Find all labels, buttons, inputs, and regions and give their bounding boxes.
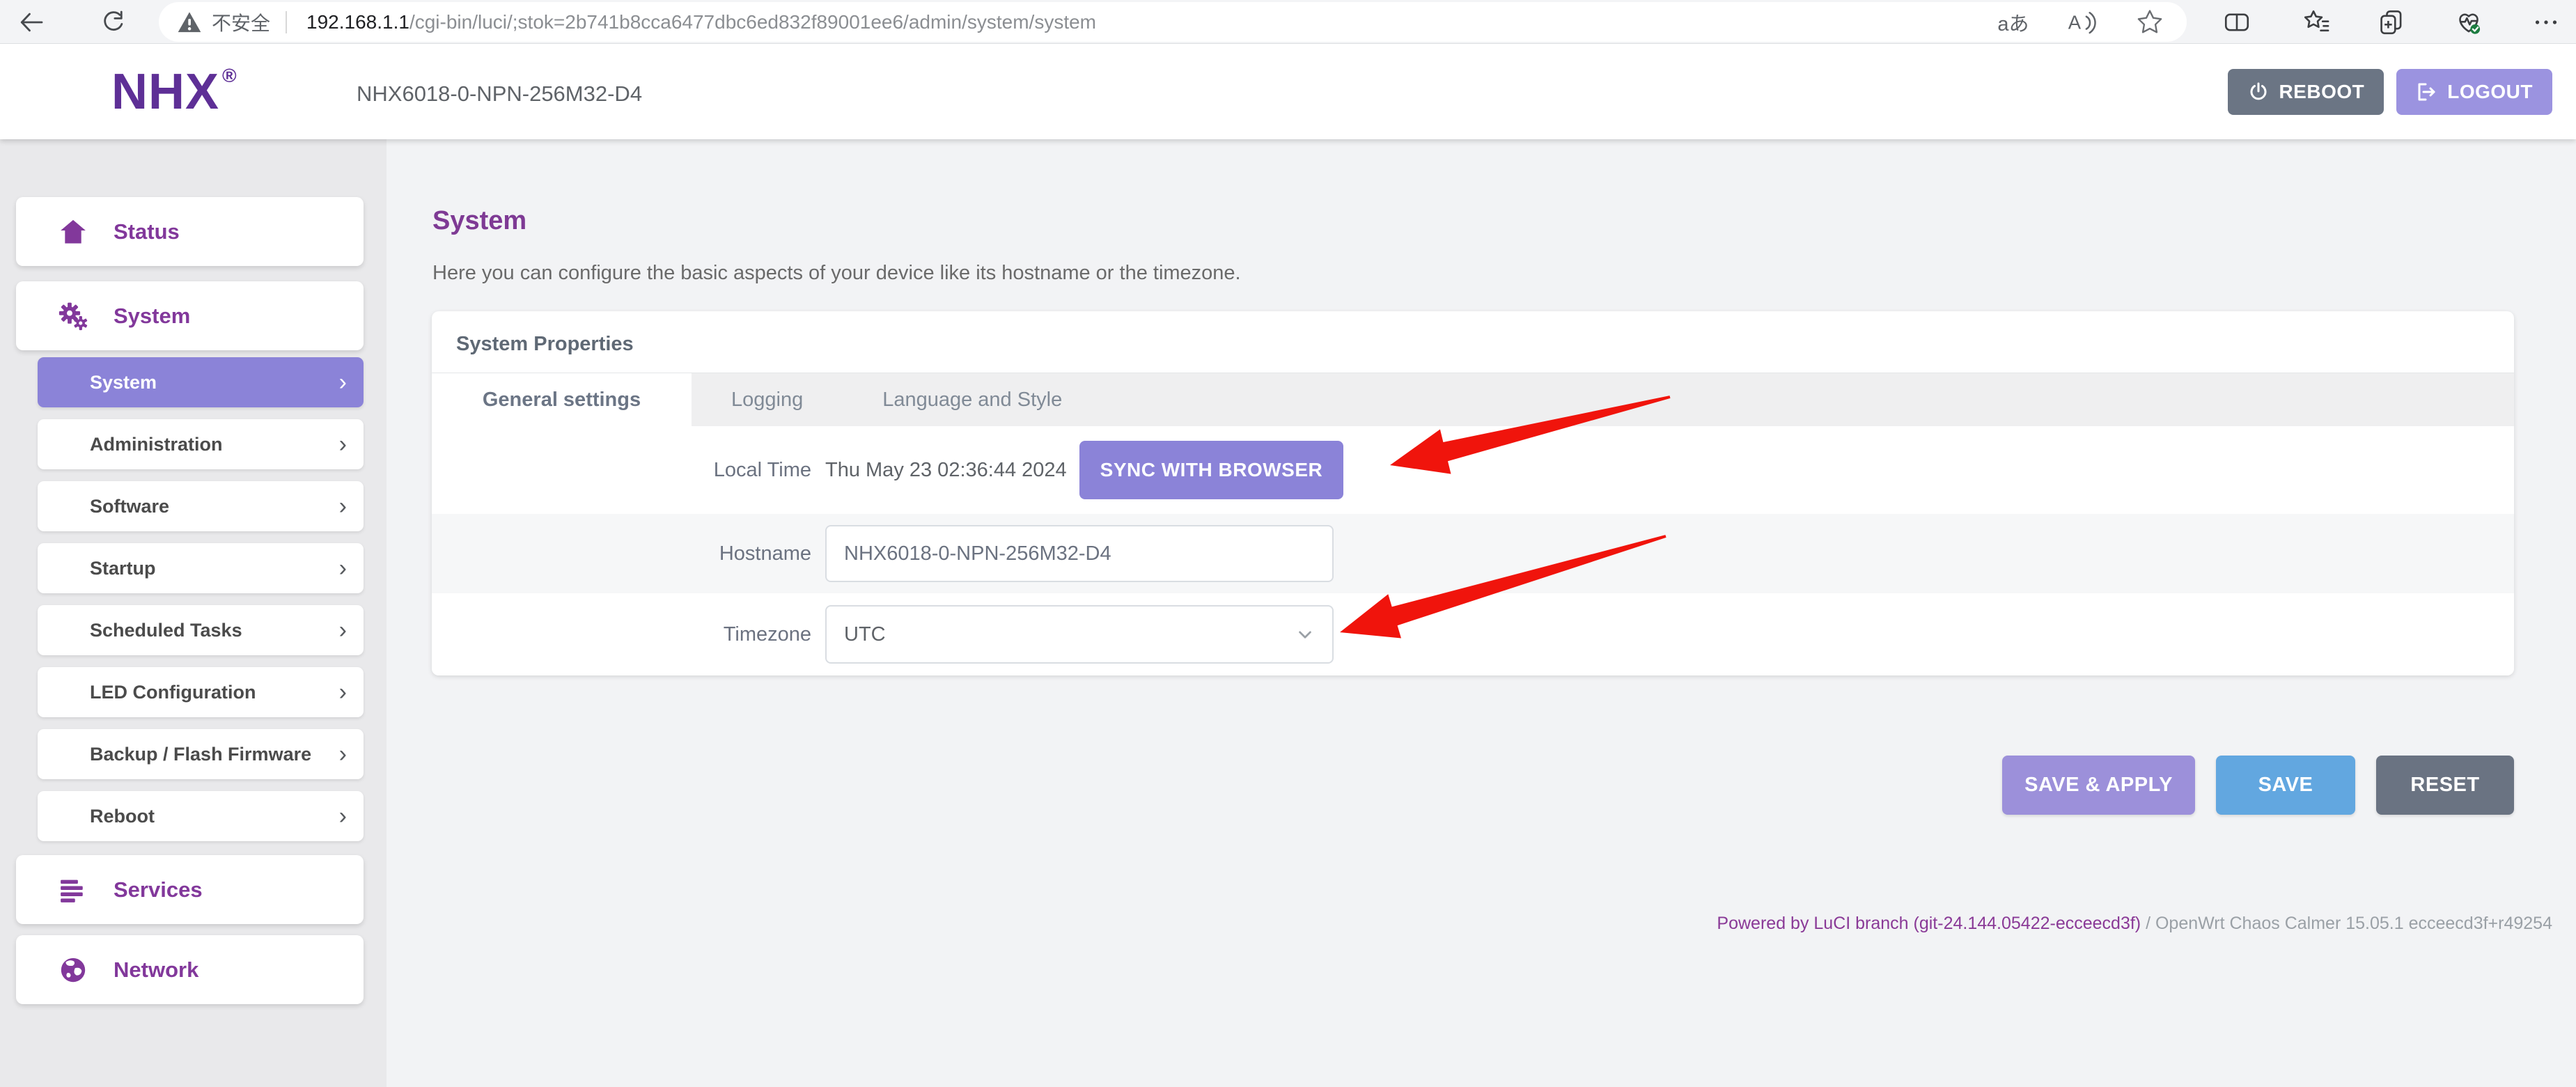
collections-icon[interactable]: [2375, 6, 2407, 38]
chevron-right-icon: ›: [339, 494, 347, 518]
local-time-value: Thu May 23 02:36:44 2024: [825, 459, 1067, 482]
app-header: NHX® NHX6018-0-NPN-256M32-D4 REBOOT LOGO…: [0, 44, 2576, 139]
system-properties-card: System Properties General settings Loggi…: [432, 311, 2514, 675]
sidebar-item-status[interactable]: Status: [16, 197, 364, 266]
save-button[interactable]: SAVE: [2216, 756, 2355, 815]
chevron-right-icon: ›: [339, 556, 347, 580]
openwrt-version: OpenWrt Chaos Calmer 15.05.1 ecceecd3f+r…: [2155, 914, 2552, 933]
hostname-label: Hostname: [432, 542, 811, 565]
gears-icon: [56, 299, 90, 333]
timezone-row: Timezone UTC: [432, 593, 2514, 675]
globe-icon: [56, 953, 90, 987]
hostname-row: Hostname: [432, 514, 2514, 593]
save-and-apply-button[interactable]: SAVE & APPLY: [2002, 756, 2195, 815]
timezone-label: Timezone: [432, 623, 811, 646]
section-title: System Properties: [456, 333, 634, 356]
svg-text:A: A: [2068, 11, 2082, 33]
main-content: System Here you can configure the basic …: [387, 139, 2576, 1087]
sidebar-subitem-software[interactable]: Software ›: [38, 481, 364, 531]
address-bar[interactable]: 不安全 192.168.1.1/cgi-bin/luci/;stok=2b741…: [159, 2, 2187, 42]
home-icon: [56, 215, 90, 249]
luci-branch-link[interactable]: Powered by LuCI branch (git-24.144.05422…: [1717, 914, 2141, 933]
read-aloud-icon[interactable]: A: [2066, 6, 2098, 38]
chevron-right-icon: ›: [339, 742, 347, 766]
tab-language-and-style[interactable]: Language and Style: [843, 373, 1102, 426]
form-actions: SAVE & APPLY SAVE RESET: [432, 756, 2514, 815]
page-description: Here you can configure the basic aspects…: [432, 262, 1241, 285]
sidebar: Status: [0, 139, 387, 1087]
sidebar-subitem-administration[interactable]: Administration ›: [38, 419, 364, 469]
not-secure-warning-icon[interactable]: [177, 10, 202, 35]
favorite-star-icon[interactable]: [2134, 6, 2166, 38]
split-screen-icon[interactable]: [2221, 6, 2253, 38]
chevron-right-icon: ›: [339, 618, 347, 642]
nhx-logo: NHX®: [111, 63, 237, 120]
logout-button[interactable]: LOGOUT: [2396, 69, 2552, 115]
sidebar-subitem-backup-flash-firmware[interactable]: Backup / Flash Firmware ›: [38, 729, 364, 779]
reboot-button[interactable]: REBOOT: [2228, 69, 2384, 115]
security-status-label: 不安全: [212, 8, 270, 36]
refresh-icon[interactable]: [97, 6, 130, 38]
back-icon[interactable]: [15, 6, 47, 38]
chevron-down-icon: [1293, 623, 1317, 646]
local-time-label: Local Time: [432, 459, 811, 482]
sidebar-item-services[interactable]: Services: [16, 855, 364, 924]
device-name: NHX6018-0-NPN-256M32-D4: [357, 81, 642, 106]
favorites-icon[interactable]: [2300, 6, 2332, 38]
hostname-input[interactable]: [825, 525, 1334, 582]
url-host: 192.168.1.1: [306, 11, 409, 33]
url-text: 192.168.1.1/cgi-bin/luci/;stok=2b741b8cc…: [306, 11, 1096, 33]
sidebar-item-network[interactable]: Network: [16, 935, 364, 1004]
sidebar-item-label: Services: [114, 877, 203, 902]
sidebar-item-label: Network: [114, 957, 198, 983]
chevron-right-icon: ›: [339, 370, 347, 394]
sidebar-item-system[interactable]: System: [16, 281, 364, 350]
chevron-right-icon: ›: [339, 680, 347, 704]
reset-button[interactable]: RESET: [2376, 756, 2514, 815]
sidebar-item-label: Status: [114, 219, 180, 244]
sidebar-item-label: System: [114, 304, 190, 329]
footer-separator: /: [2141, 914, 2155, 933]
sidebar-subitem-reboot[interactable]: Reboot ›: [38, 791, 364, 841]
browser-menu-icon[interactable]: [2530, 6, 2562, 38]
url-path: /cgi-bin/luci/;stok=2b741b8cca6477dbc6ed…: [409, 11, 1096, 33]
services-list-icon: [56, 873, 90, 907]
tab-logging[interactable]: Logging: [692, 373, 843, 426]
tab-general-settings[interactable]: General settings: [432, 373, 692, 426]
sync-with-browser-button[interactable]: SYNC WITH BROWSER: [1079, 441, 1344, 499]
browser-essentials-icon[interactable]: [2453, 6, 2485, 38]
translate-icon[interactable]: aあ: [1997, 6, 2029, 38]
local-time-row: Local Time Thu May 23 02:36:44 2024 SYNC…: [432, 426, 2514, 514]
timezone-select[interactable]: UTC: [825, 605, 1334, 664]
sidebar-subitem-system[interactable]: System ›: [38, 357, 364, 407]
power-icon: [2247, 81, 2270, 103]
registered-mark: ®: [222, 65, 237, 86]
chevron-right-icon: ›: [339, 804, 347, 828]
sidebar-subitem-startup[interactable]: Startup ›: [38, 543, 364, 593]
chevron-right-icon: ›: [339, 432, 347, 456]
logout-icon: [2416, 81, 2438, 103]
sidebar-subitem-led-configuration[interactable]: LED Configuration ›: [38, 667, 364, 717]
browser-toolbar: 不安全 192.168.1.1/cgi-bin/luci/;stok=2b741…: [0, 0, 2576, 44]
page-title: System: [432, 206, 526, 236]
tab-bar: General settings Logging Language and St…: [432, 373, 2514, 426]
timezone-value: UTC: [844, 623, 886, 646]
address-separator: [286, 11, 287, 33]
footer: Powered by LuCI branch (git-24.144.05422…: [1717, 914, 2552, 934]
sidebar-subitem-scheduled-tasks[interactable]: Scheduled Tasks ›: [38, 605, 364, 655]
